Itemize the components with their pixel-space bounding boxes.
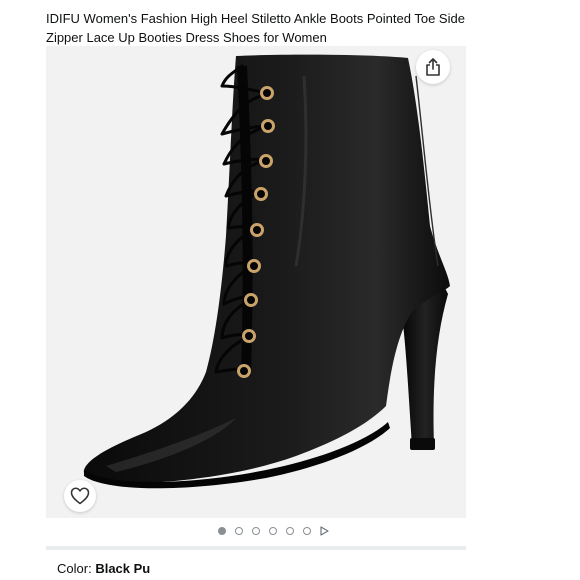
- video-play-icon[interactable]: [319, 526, 329, 536]
- share-button[interactable]: [416, 50, 450, 84]
- pager-dot-3[interactable]: [251, 527, 260, 535]
- heart-icon: [70, 487, 90, 505]
- color-value: Black Pu: [95, 561, 151, 576]
- color-selection: Color: Black Pu: [57, 561, 150, 577]
- pager-dot-4[interactable]: [268, 527, 277, 535]
- pager-dot-2[interactable]: [234, 527, 243, 535]
- image-pager: [46, 518, 466, 544]
- pager-dot-6[interactable]: [302, 527, 311, 535]
- product-image-gallery[interactable]: [46, 46, 466, 518]
- wishlist-button[interactable]: [64, 480, 96, 512]
- pager-dot-1[interactable]: [217, 527, 226, 535]
- product-title: IDIFU Women's Fashion High Heel Stiletto…: [46, 11, 465, 45]
- color-label: Color:: [57, 561, 92, 576]
- product-image[interactable]: [46, 46, 466, 518]
- share-icon: [426, 58, 440, 76]
- pager-dot-5[interactable]: [285, 527, 294, 535]
- section-divider: [46, 546, 466, 550]
